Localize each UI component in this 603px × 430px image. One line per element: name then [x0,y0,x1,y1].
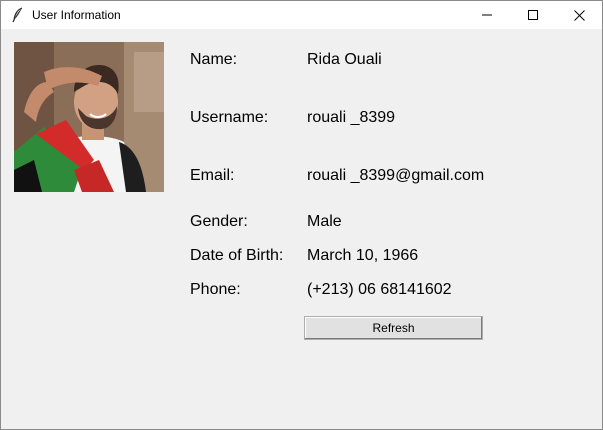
gender-value: Male [307,213,342,230]
user-information-window: User Information Name: Rida Ouali Userna… [0,0,603,430]
minimize-icon [482,14,492,16]
maximize-button[interactable] [510,1,556,29]
username-value: rouali _8399 [307,109,396,126]
window-title: User Information [32,8,121,22]
feather-icon [11,7,25,23]
username-label: Username: [190,109,269,126]
avatar [14,42,164,192]
name-value: Rida Ouali [307,51,382,68]
date-of-birth-value: March 10, 1966 [307,247,419,264]
date-of-birth-label: Date of Birth: [190,247,284,264]
title-bar[interactable]: User Information [1,1,602,29]
email-value: rouali _8399@gmail.com [307,167,485,184]
minimize-button[interactable] [464,1,510,29]
close-icon [573,9,585,21]
name-label: Name: [190,51,238,68]
maximize-icon [528,10,538,20]
refresh-button[interactable]: Refresh [304,316,483,340]
phone-label: Phone: [190,281,241,298]
email-label: Email: [190,167,235,184]
close-button[interactable] [556,1,602,29]
phone-value: (+213) 06 68141602 [307,281,452,298]
gender-label: Gender: [190,213,248,230]
